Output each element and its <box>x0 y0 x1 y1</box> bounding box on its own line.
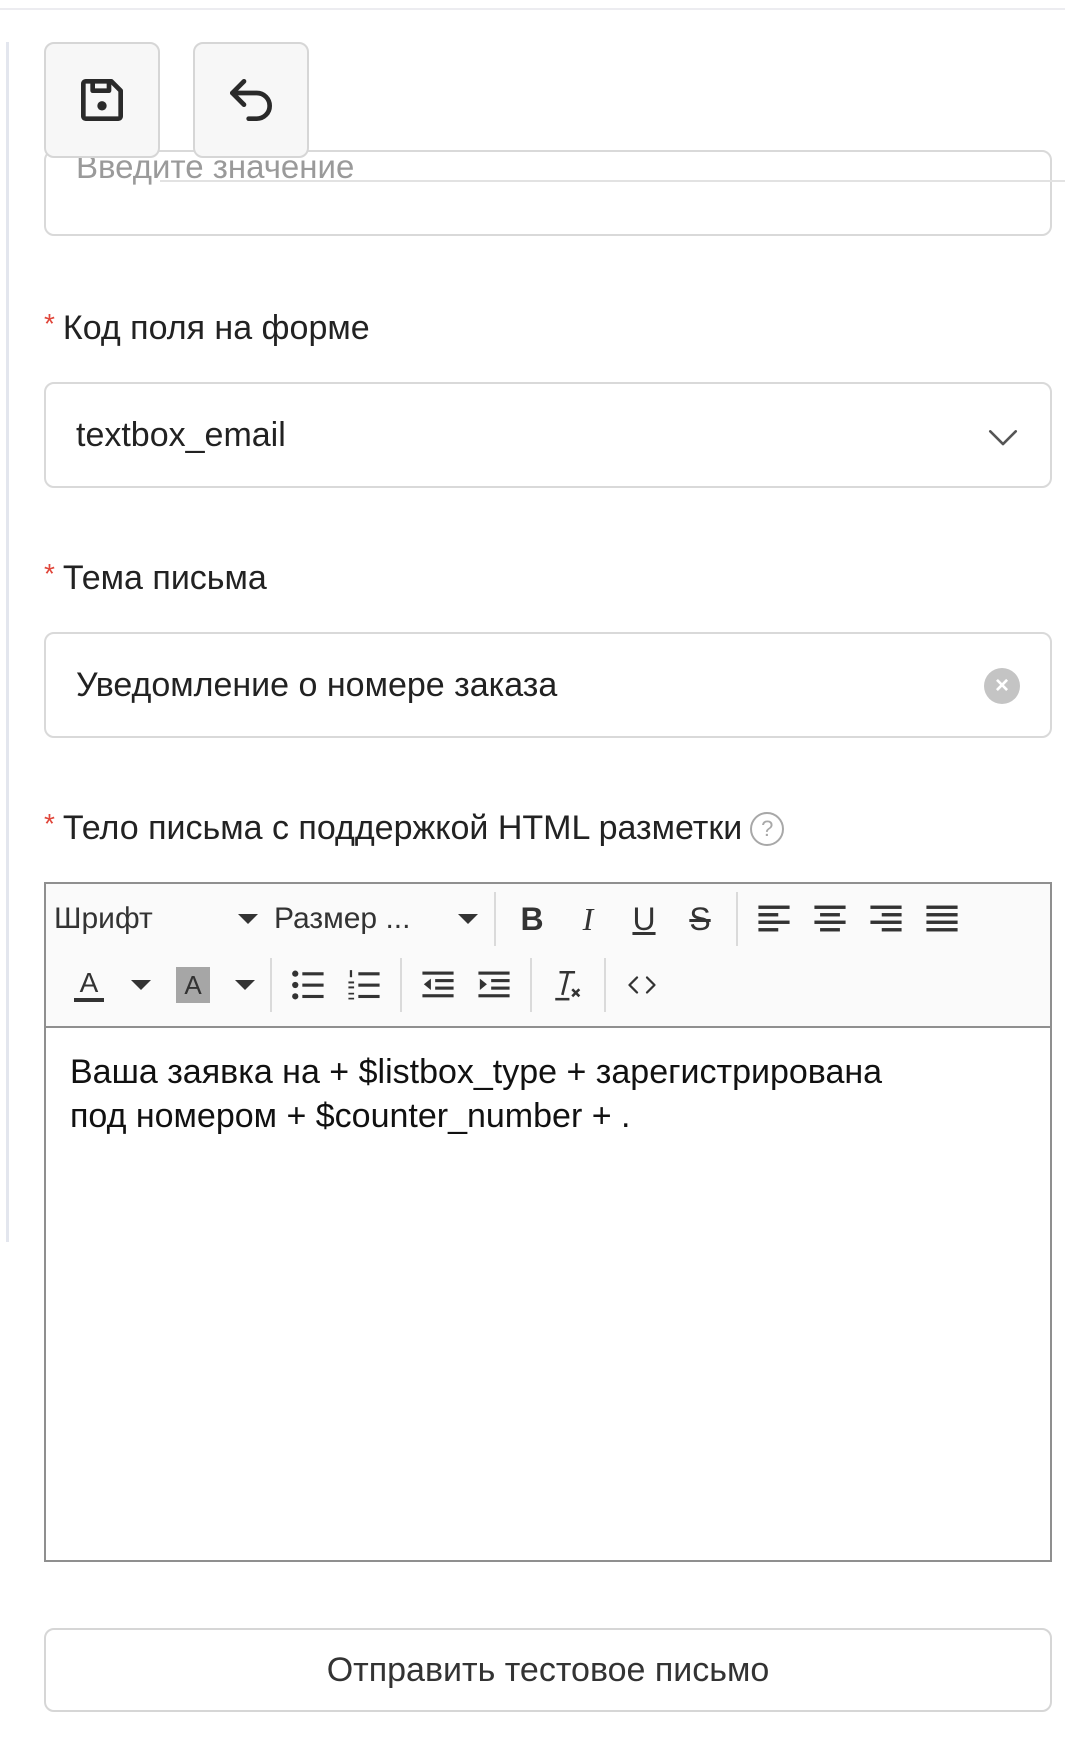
send-test-email-button[interactable]: Отправить тестовое письмо <box>44 1628 1052 1712</box>
toolbar-separator <box>604 958 606 1012</box>
toolbar-separator <box>530 958 532 1012</box>
form-field-code-label-text: Код поля на форме <box>62 309 370 347</box>
save-button[interactable] <box>44 42 160 158</box>
bullet-list-button[interactable] <box>280 957 336 1013</box>
subject-value: Уведомление о номере заказа <box>76 665 558 704</box>
undo-icon <box>230 79 272 121</box>
size-dropdown[interactable]: Размер ... <box>266 891 486 947</box>
indent-icon <box>478 971 510 998</box>
caret-down-icon <box>235 980 255 990</box>
required-mark: * <box>44 808 55 839</box>
caret-down-icon <box>458 914 478 924</box>
toolbar-separator <box>270 958 272 1012</box>
font-dropdown-label: Шрифт <box>54 902 153 935</box>
align-left-icon <box>758 905 790 932</box>
outdent-button[interactable] <box>410 957 466 1013</box>
code-icon <box>628 976 656 994</box>
help-icon[interactable]: ? <box>750 812 785 846</box>
toolbar-divider <box>160 180 1065 182</box>
toolbar-separator <box>400 958 402 1012</box>
background-color-dropdown[interactable] <box>228 957 262 1013</box>
form-field-code-label: * Код поля на форме <box>44 308 370 348</box>
align-center-icon <box>814 905 846 932</box>
source-code-button[interactable] <box>614 957 670 1013</box>
editor-line: под номером + $counter_number + . <box>70 1097 631 1135</box>
text-color-icon: A <box>73 968 105 1002</box>
align-right-button[interactable] <box>858 891 914 947</box>
strikethrough-button[interactable]: S <box>672 891 728 947</box>
form-field-code-select[interactable]: textbox_email <box>44 382 1052 488</box>
editor-toolbar: Шрифт Размер ... B I U S A A <box>46 884 1050 1028</box>
required-mark: * <box>44 558 55 589</box>
subject-label-text: Тема письма <box>62 559 267 597</box>
clear-format-button[interactable] <box>540 957 596 1013</box>
align-justify-button[interactable] <box>914 891 970 947</box>
align-left-button[interactable] <box>746 891 802 947</box>
caret-down-icon <box>131 980 151 990</box>
subject-label: * Тема письма <box>44 558 267 598</box>
background-color-button[interactable]: A <box>158 957 228 1013</box>
top-divider <box>0 8 1065 10</box>
underline-button[interactable]: U <box>616 891 672 947</box>
editor-line: Ваша заявка на + $listbox_type + зарегис… <box>70 1053 883 1091</box>
form-field-code-value: textbox_email <box>76 415 286 454</box>
rich-text-editor[interactable]: Шрифт Размер ... B I U S A A Ваша заявка… <box>44 882 1052 1562</box>
clear-format-icon <box>555 970 581 1001</box>
body-label-text: Тело письма с поддержкой HTML разметки <box>62 809 743 847</box>
font-dropdown[interactable]: Шрифт <box>46 891 266 947</box>
required-mark: * <box>44 308 55 339</box>
left-panel-border <box>6 42 9 1242</box>
align-right-icon <box>870 905 902 932</box>
indent-button[interactable] <box>466 957 522 1013</box>
editor-content[interactable]: Ваша заявка на + $listbox_type + зарегис… <box>70 1050 1030 1138</box>
numbered-list-icon <box>348 970 380 1000</box>
align-center-button[interactable] <box>802 891 858 947</box>
toolbar-separator <box>494 892 496 946</box>
save-icon <box>81 79 123 121</box>
clipped-input[interactable]: Введите значение <box>44 150 1052 236</box>
text-color-dropdown[interactable] <box>124 957 158 1013</box>
clear-icon[interactable]: × <box>984 668 1020 704</box>
text-color-button[interactable]: A <box>54 957 124 1013</box>
body-label: * Тело письма с поддержкой HTML разметки? <box>44 808 785 848</box>
subject-input[interactable]: Уведомление о номере заказа × <box>44 632 1052 738</box>
toolbar-separator <box>736 892 738 946</box>
background-color-icon: A <box>176 967 210 1003</box>
italic-button[interactable]: I <box>560 891 616 947</box>
outdent-icon <box>422 971 454 998</box>
bullet-list-icon <box>292 970 324 1000</box>
caret-down-icon <box>238 914 258 924</box>
chevron-down-icon <box>988 430 1018 446</box>
align-justify-icon <box>926 905 958 932</box>
size-dropdown-label: Размер ... <box>274 902 411 935</box>
numbered-list-button[interactable] <box>336 957 392 1013</box>
bold-button[interactable]: B <box>504 891 560 947</box>
undo-button[interactable] <box>193 42 309 158</box>
